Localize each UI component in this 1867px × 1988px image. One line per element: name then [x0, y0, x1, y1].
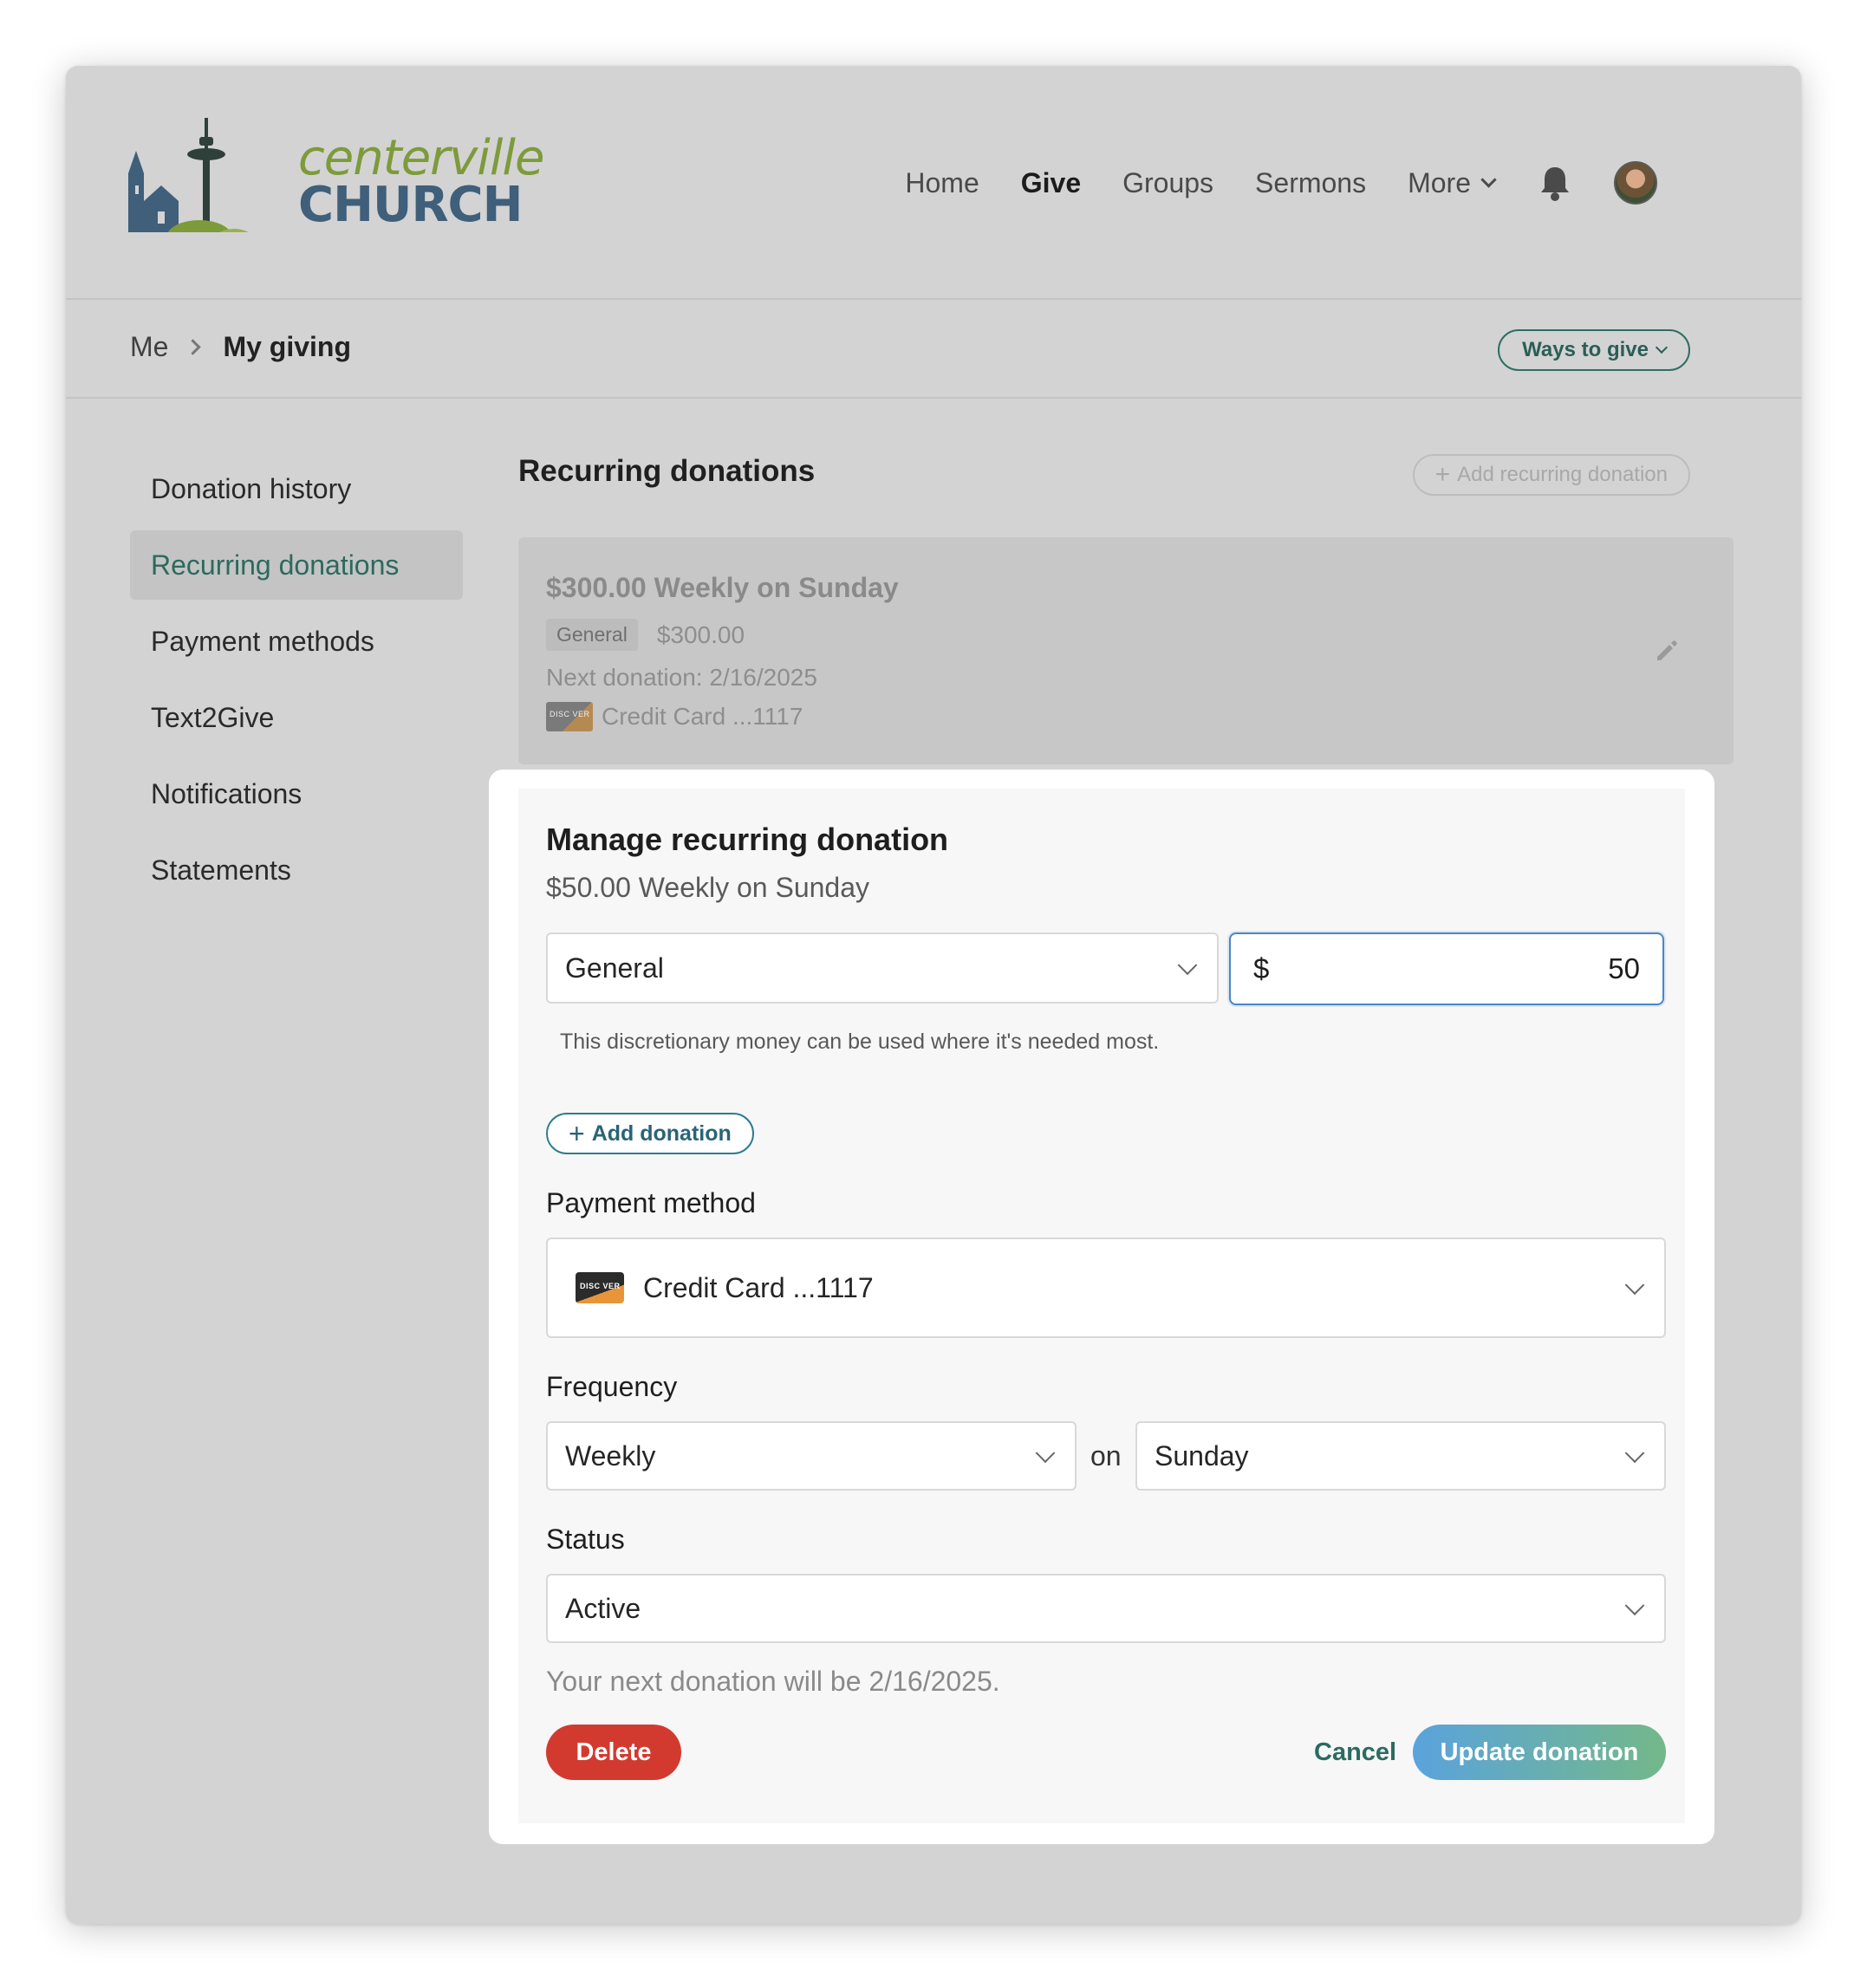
chevron-down-icon [1624, 1275, 1645, 1296]
add-recurring-donation-label: Add recurring donation [1457, 463, 1668, 486]
chevron-down-icon [1624, 1443, 1645, 1464]
sidebar-item-payment-methods[interactable]: Payment methods [130, 607, 463, 676]
frequency-label: Frequency [546, 1371, 678, 1402]
fund-tag: General [546, 619, 638, 651]
church-logo[interactable]: centerville CHURCH [128, 106, 544, 244]
fund-amount: $300.00 [656, 620, 745, 648]
ways-to-give-label: Ways to give [1522, 338, 1649, 361]
nav-more-label: More [1408, 166, 1471, 198]
status-label: Status [546, 1523, 625, 1555]
next-donation-text: Next donation: 2/16/2025 [546, 664, 817, 691]
recurring-donation-meta: General $300.00 [546, 619, 745, 651]
add-donation-label: Add donation [591, 1121, 732, 1146]
breadcrumb-current: My giving [223, 331, 352, 362]
chevron-down-icon [1655, 341, 1669, 354]
currency-symbol: $ [1253, 952, 1270, 984]
add-donation-button[interactable]: + Add donation [546, 1113, 754, 1154]
status-value: Active [565, 1592, 641, 1624]
payment-method-text: Credit Card ...1117 [602, 703, 803, 730]
day-value: Sunday [1155, 1439, 1249, 1472]
avatar[interactable] [1614, 161, 1657, 205]
ways-to-give-button[interactable]: Ways to give [1498, 329, 1690, 371]
sidebar-item-recurring-donations[interactable]: Recurring donations [130, 530, 463, 600]
fund-select-value: General [565, 952, 664, 984]
fund-select[interactable]: General [546, 932, 1219, 1004]
delete-button[interactable]: Delete [546, 1725, 681, 1780]
recurring-donation-title: $300.00 Weekly on Sunday [546, 572, 899, 603]
pencil-icon[interactable] [1652, 636, 1682, 666]
giving-sidebar: Donation history Recurring donations Pay… [130, 454, 463, 912]
logo-wordmark-bottom: CHURCH [298, 177, 524, 233]
modal-subtitle: $50.00 Weekly on Sunday [546, 872, 869, 903]
payment-method-select[interactable]: DISC VER Credit Card ...1117 [546, 1238, 1666, 1338]
amount-input[interactable]: $ 50 [1229, 932, 1664, 1005]
nav-sermons[interactable]: Sermons [1255, 167, 1366, 199]
chevron-down-icon [1480, 171, 1497, 188]
payment-method-label: Payment method [546, 1187, 756, 1218]
amount-value: 50 [1608, 952, 1640, 984]
app-window: centerville CHURCH Home Give Groups Serm… [66, 66, 1801, 1924]
chevron-down-icon [1624, 1595, 1645, 1616]
sidebar-item-notifications[interactable]: Notifications [130, 759, 463, 828]
chevron-right-icon [185, 339, 202, 355]
next-donation-note: Your next donation will be 2/16/2025. [546, 1666, 1000, 1697]
add-recurring-donation-button[interactable]: + Add recurring donation [1412, 454, 1690, 496]
bell-icon[interactable] [1538, 164, 1572, 202]
recurring-donation-card[interactable]: $300.00 Weekly on Sunday General $300.00… [518, 537, 1734, 764]
on-label: on [1090, 1440, 1122, 1472]
status-select[interactable]: Active [546, 1574, 1666, 1643]
payment-method-value: Credit Card ...1117 [643, 1271, 874, 1303]
discover-card-icon: DISC VER [546, 702, 593, 731]
plus-icon: + [569, 1117, 585, 1149]
frequency-select[interactable]: Weekly [546, 1421, 1077, 1491]
breadcrumb-bar: Me My giving Ways to give [66, 300, 1801, 399]
sidebar-item-donation-history[interactable]: Donation history [130, 454, 463, 523]
plus-icon: + [1434, 460, 1451, 489]
breadcrumb-me[interactable]: Me [130, 331, 168, 363]
nav-more[interactable]: More [1408, 166, 1497, 199]
payment-method-line: DISC VER Credit Card ...1117 [546, 702, 803, 731]
breadcrumb: Me My giving [130, 331, 351, 363]
main-nav: Home Give Groups Sermons More [905, 161, 1657, 205]
sidebar-item-statements[interactable]: Statements [130, 835, 463, 905]
nav-groups[interactable]: Groups [1122, 167, 1213, 199]
fund-help-text: This discretionary money can be used whe… [560, 1030, 1160, 1054]
frequency-value: Weekly [565, 1439, 656, 1472]
church-logo-icon [128, 118, 302, 244]
modal-title: Manage recurring donation [546, 822, 949, 857]
manage-donation-panel: Manage recurring donation $50.00 Weekly … [518, 789, 1685, 1823]
cancel-button[interactable]: Cancel [1314, 1725, 1396, 1780]
site-header: centerville CHURCH Home Give Groups Serm… [66, 66, 1801, 300]
manage-donation-modal: Manage recurring donation $50.00 Weekly … [489, 770, 1714, 1844]
day-select[interactable]: Sunday [1135, 1421, 1666, 1491]
sidebar-item-text2give[interactable]: Text2Give [130, 683, 463, 752]
nav-home[interactable]: Home [905, 167, 979, 199]
update-donation-button[interactable]: Update donation [1413, 1725, 1666, 1780]
discover-card-icon: DISC VER [576, 1272, 624, 1303]
page-title: Recurring donations [518, 454, 816, 488]
chevron-down-icon [1035, 1443, 1056, 1464]
chevron-down-icon [1177, 955, 1198, 976]
nav-give[interactable]: Give [1021, 167, 1081, 199]
